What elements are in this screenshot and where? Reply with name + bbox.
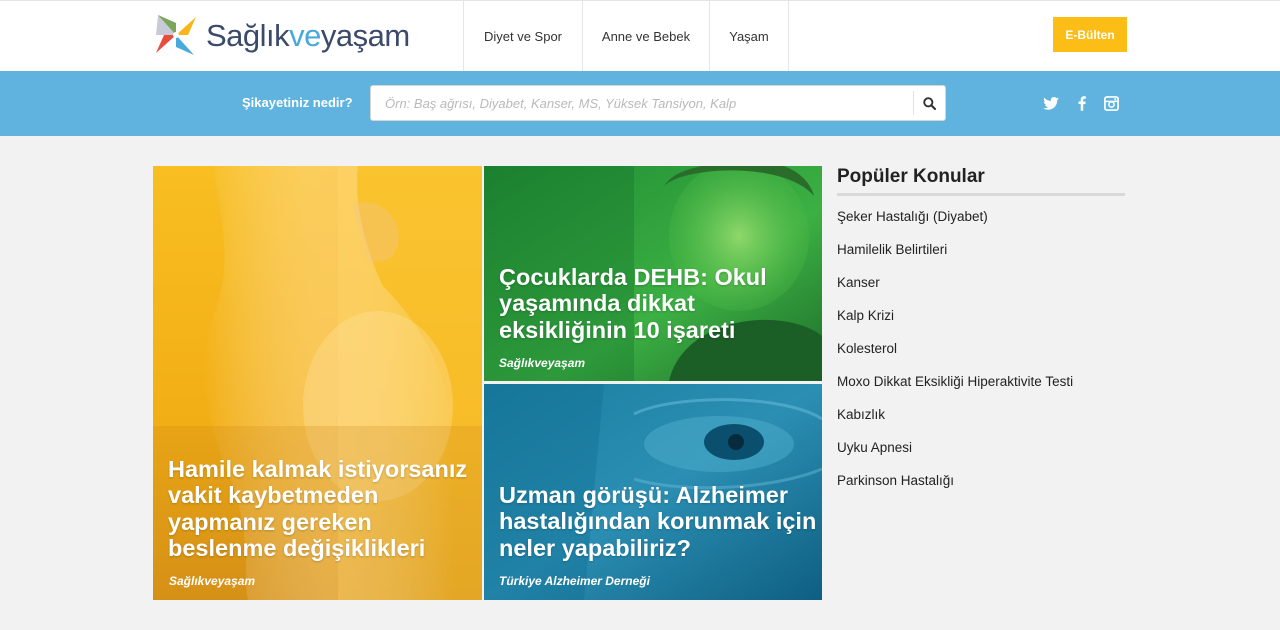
- sidebar-title: Popüler Konular: [837, 166, 1125, 196]
- logo-text-part3: yaşam: [320, 17, 410, 53]
- site-logo[interactable]: Sağlıkveyaşam: [152, 11, 410, 59]
- logo-wordmark: Sağlıkveyaşam: [206, 20, 410, 51]
- list-item: Kalp Krizi: [837, 307, 1125, 340]
- instagram-icon: [1103, 95, 1119, 111]
- search-bar: Şikayetiniz nedir?: [0, 71, 1280, 136]
- topic-link[interactable]: Kolesterol: [837, 340, 897, 357]
- popular-topics-list: Şeker Hastalığı (Diyabet) Hamilelik Beli…: [837, 208, 1125, 505]
- article-title: Çocuklarda DEHB: Okul yaşamında dikkat e…: [499, 264, 767, 343]
- topic-link[interactable]: Moxo Dikkat Eksikliği Hiperaktivite Test…: [837, 373, 1073, 390]
- topic-link[interactable]: Hamilelik Belirtileri: [837, 241, 947, 258]
- site-header: Sağlıkveyaşam Diyet ve Spor Anne ve Bebe…: [0, 0, 1280, 72]
- list-item: Kolesterol: [837, 340, 1125, 373]
- nav-item-diyet-ve-spor[interactable]: Diyet ve Spor: [464, 1, 583, 72]
- list-item: Parkinson Hastalığı: [837, 472, 1125, 505]
- topic-link[interactable]: Kanser: [837, 274, 880, 291]
- logo-text-part1: Sağlık: [206, 17, 290, 53]
- article-card-hamile[interactable]: Hamile kalmak istiyorsanız vakit kaybetm…: [153, 166, 482, 600]
- list-item: Şeker Hastalığı (Diyabet): [837, 208, 1125, 241]
- twitter-link[interactable]: [1041, 93, 1061, 113]
- article-card-dehb[interactable]: Çocuklarda DEHB: Okul yaşamında dikkat e…: [484, 166, 822, 381]
- twitter-icon: [1043, 96, 1059, 110]
- list-item: Kabızlık: [837, 406, 1125, 439]
- nav-item-anne-ve-bebek[interactable]: Anne ve Bebek: [583, 1, 710, 72]
- facebook-link[interactable]: [1072, 93, 1092, 113]
- topic-link[interactable]: Şeker Hastalığı (Diyabet): [837, 208, 988, 225]
- article-card-alzheimer[interactable]: Uzman görüşü: Alzheimer hastalığından ko…: [484, 384, 822, 600]
- topic-link[interactable]: Parkinson Hastalığı: [837, 472, 954, 489]
- search-label: Şikayetiniz nedir?: [242, 95, 353, 110]
- facebook-icon: [1078, 95, 1086, 111]
- instagram-link[interactable]: [1101, 93, 1121, 113]
- article-title: Hamile kalmak istiyorsanız vakit kaybetm…: [168, 456, 468, 561]
- list-item: Moxo Dikkat Eksikliği Hiperaktivite Test…: [837, 373, 1125, 406]
- search-box: [370, 85, 946, 121]
- article-source: Sağlıkveyaşam: [499, 356, 586, 370]
- popular-topics-sidebar: Popüler Konular Şeker Hastalığı (Diyabet…: [837, 166, 1125, 505]
- nav-item-yasam[interactable]: Yaşam: [710, 1, 789, 72]
- main-nav: Diyet ve Spor Anne ve Bebek Yaşam: [463, 1, 789, 72]
- article-source: Türkiye Alzheimer Derneği: [499, 574, 650, 588]
- topic-link[interactable]: Kabızlık: [837, 406, 885, 423]
- article-source: Sağlıkveyaşam: [169, 574, 256, 588]
- list-item: Uyku Apnesi: [837, 439, 1125, 472]
- article-title: Uzman görüşü: Alzheimer hastalığından ko…: [499, 482, 817, 561]
- search-icon: [923, 96, 936, 110]
- topic-link[interactable]: Kalp Krizi: [837, 307, 894, 324]
- topic-link[interactable]: Uyku Apnesi: [837, 439, 912, 456]
- logo-text-part2: ve: [289, 17, 321, 53]
- list-item: Hamilelik Belirtileri: [837, 241, 1125, 274]
- list-item: Kanser: [837, 274, 1125, 307]
- search-input[interactable]: [371, 86, 913, 120]
- search-button[interactable]: [913, 91, 945, 115]
- pinwheel-logo-icon: [156, 15, 196, 55]
- ebulten-button[interactable]: E-Bülten: [1053, 17, 1127, 52]
